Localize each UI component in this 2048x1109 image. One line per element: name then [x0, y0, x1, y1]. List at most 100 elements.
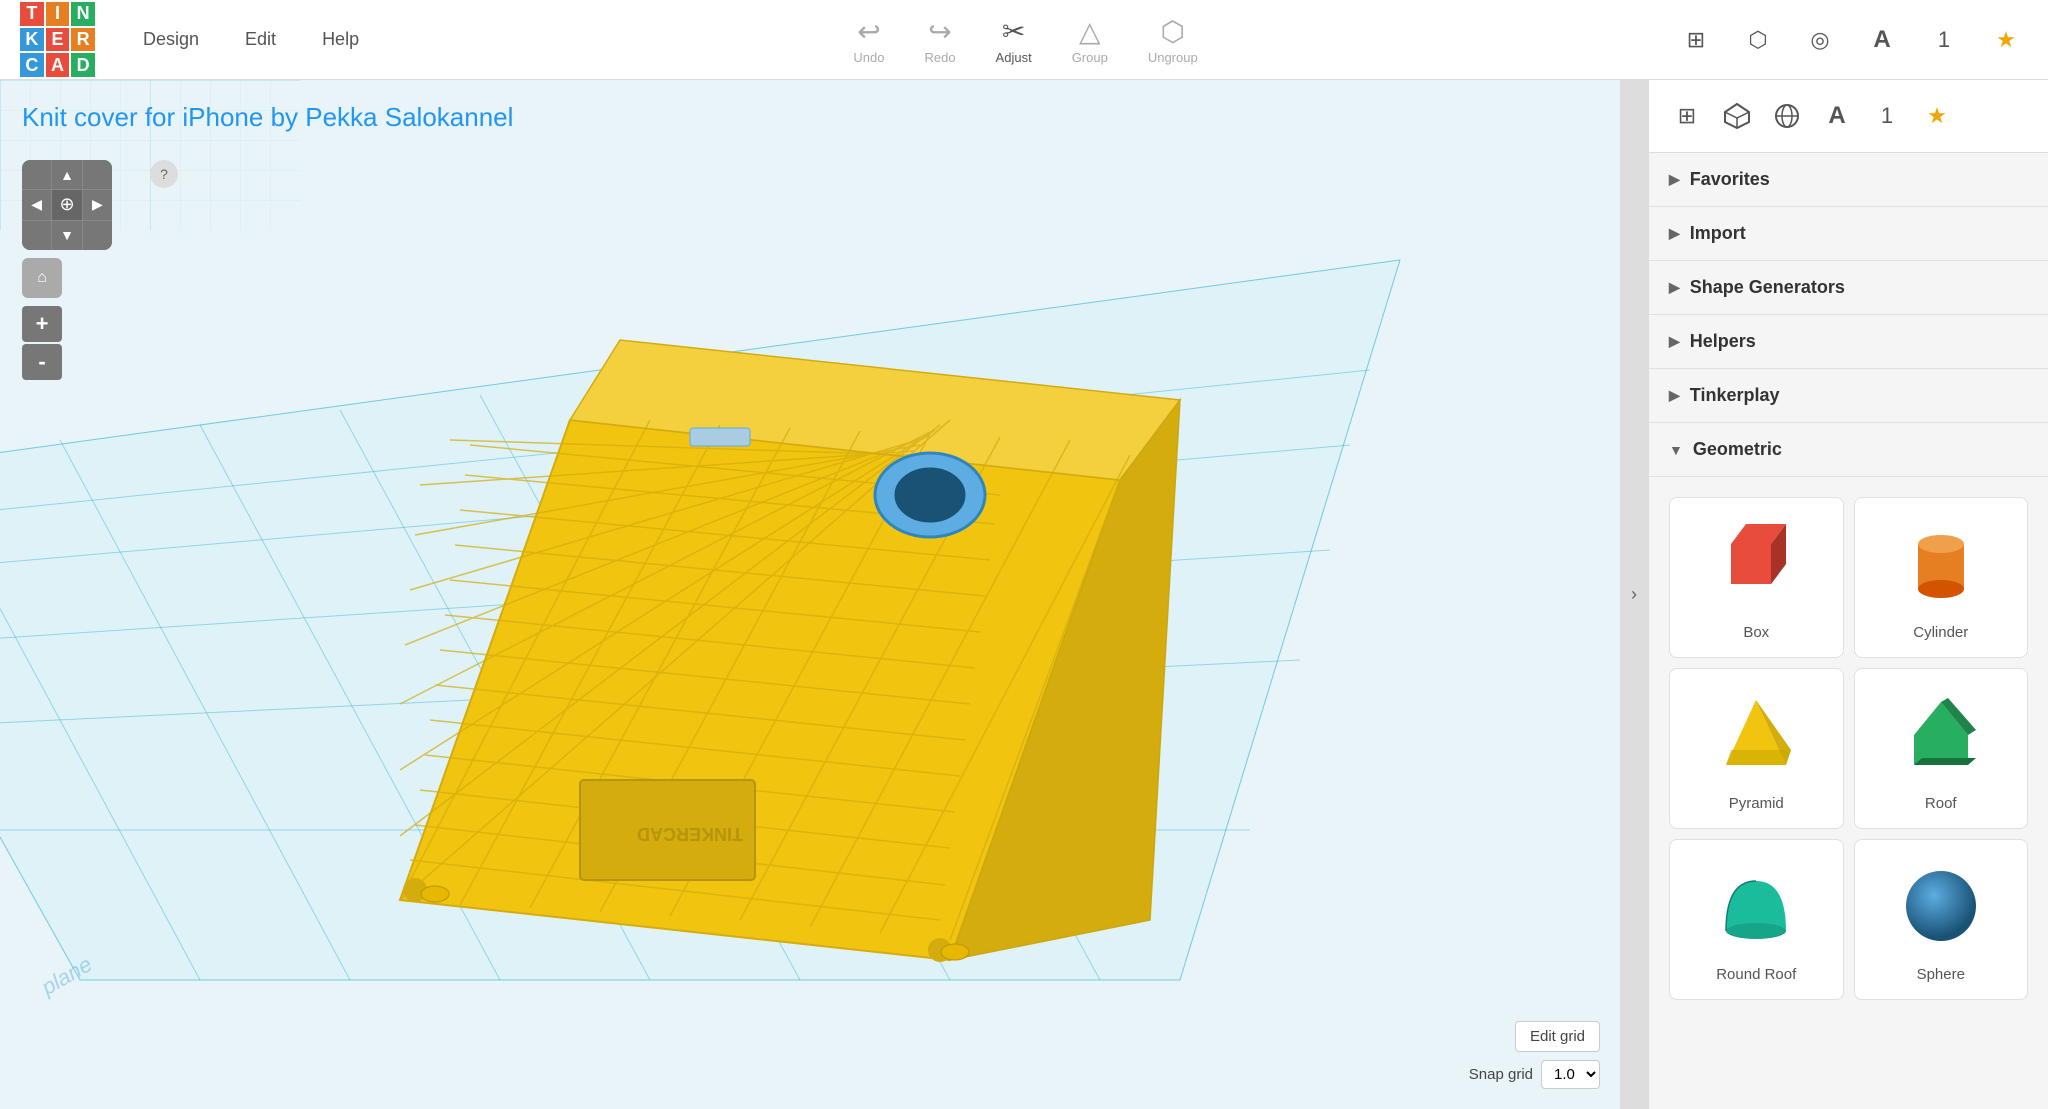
- grid-view-icon[interactable]: ⊞: [1674, 18, 1718, 62]
- home-view-button[interactable]: ⌂: [22, 258, 62, 298]
- panel-top-icons: ⊞ A 1 ★: [1649, 80, 2048, 153]
- shape-pyramid[interactable]: Pyramid: [1669, 668, 1844, 829]
- shape-round-roof-label: Round Roof: [1716, 966, 1796, 983]
- tinkerplay-chevron: ▶: [1669, 387, 1680, 404]
- section-helpers: ▶ Helpers: [1649, 315, 2048, 369]
- section-tinkerplay-header[interactable]: ▶ Tinkerplay: [1649, 369, 2048, 423]
- shape-sphere-label: Sphere: [1917, 966, 1965, 983]
- svg-text:TINKERCAD: TINKERCAD: [637, 824, 743, 844]
- group-label: Group: [1072, 50, 1108, 65]
- panel-star-icon[interactable]: ★: [1915, 94, 1959, 138]
- nav-menu: Design Edit Help: [125, 21, 377, 58]
- shape-box-label: Box: [1743, 624, 1769, 641]
- main-area: Knit cover for iPhone by Pekka Salokanne…: [0, 80, 2048, 1109]
- tinkerplay-label: Tinkerplay: [1690, 385, 1780, 406]
- nav-up-button[interactable]: ▲: [52, 160, 81, 189]
- shape-roof-icon: [1891, 685, 1991, 785]
- adjust-button[interactable]: ✂ Adjust: [996, 15, 1032, 65]
- helpers-label: Helpers: [1690, 331, 1756, 352]
- panel-3d-icon[interactable]: [1715, 94, 1759, 138]
- group-button[interactable]: △ Group: [1072, 15, 1108, 65]
- panel-text-icon[interactable]: A: [1815, 94, 1859, 138]
- right-panel: ⊞ A 1 ★ ▶ Fav: [1648, 80, 2048, 1109]
- nav-controls: ▲ ◀ ⊕ ▶ ▼ ⌂ + -: [22, 160, 112, 380]
- group-icon: △: [1079, 15, 1101, 48]
- project-title: Knit cover for iPhone by Pekka Salokanne…: [22, 102, 513, 133]
- toolbar: ↩ Undo ↪ Redo ✂ Adjust △ Group ⬡ Ungroup: [397, 15, 1654, 65]
- nav-down-button[interactable]: ▼: [52, 221, 81, 250]
- section-shape-generators-header[interactable]: ▶ Shape Generators: [1649, 261, 2048, 315]
- logo-t: T: [20, 2, 44, 26]
- panel-grid-icon[interactable]: ⊞: [1665, 94, 1709, 138]
- tinkercad-logo[interactable]: T I N K E R C A D: [20, 2, 95, 77]
- shape-box[interactable]: Box: [1669, 497, 1844, 658]
- section-tinkerplay: ▶ Tinkerplay: [1649, 369, 2048, 423]
- undo-button[interactable]: ↩ Undo: [853, 15, 884, 65]
- section-geometric: ▼ Geometric Box: [1649, 423, 2048, 1020]
- topbar-right-icons: ⊞ ⬡ ◎ A 1 ★: [1674, 18, 2028, 62]
- zoom-in-button[interactable]: +: [22, 306, 62, 342]
- 3d-view-icon[interactable]: ⬡: [1736, 18, 1780, 62]
- bottom-controls: Edit grid Snap grid 1.0 0.5 2.0: [1469, 1021, 1600, 1089]
- snap-grid-select[interactable]: 1.0 0.5 2.0: [1541, 1060, 1600, 1089]
- nav-right-button[interactable]: ▶: [83, 190, 112, 219]
- text-tool-icon[interactable]: A: [1860, 18, 1904, 62]
- panel-collapse-handle[interactable]: ›: [1620, 80, 1648, 1109]
- logo-i: I: [46, 2, 70, 26]
- menu-design[interactable]: Design: [125, 21, 217, 58]
- redo-icon: ↪: [928, 15, 951, 48]
- shape-pyramid-icon: [1706, 685, 1806, 785]
- geometric-label: Geometric: [1693, 439, 1782, 460]
- logo-k: K: [20, 28, 44, 52]
- shape-sphere[interactable]: Sphere: [1854, 839, 2029, 1000]
- shape-sphere-icon: [1891, 856, 1991, 956]
- shape-cylinder-label: Cylinder: [1913, 624, 1968, 641]
- section-favorites: ▶ Favorites: [1649, 153, 2048, 207]
- section-favorites-header[interactable]: ▶ Favorites: [1649, 153, 2048, 207]
- logo-c: C: [20, 53, 44, 77]
- snap-grid-label: Snap grid: [1469, 1066, 1533, 1083]
- wireframe-icon[interactable]: ◎: [1798, 18, 1842, 62]
- edit-grid-button[interactable]: Edit grid: [1515, 1021, 1600, 1052]
- section-import: ▶ Import: [1649, 207, 2048, 261]
- adjust-icon: ✂: [1002, 15, 1025, 48]
- nav-cell-nw: [22, 160, 51, 189]
- perspective-grid: [0, 80, 1620, 1109]
- favorites-star-icon[interactable]: ★: [1984, 18, 2028, 62]
- plane-watermark: plane: [37, 951, 97, 1000]
- nav-joystick[interactable]: ▲ ◀ ⊕ ▶ ▼: [22, 160, 112, 250]
- zoom-out-button[interactable]: -: [22, 344, 62, 380]
- helpers-chevron: ▶: [1669, 333, 1680, 350]
- nav-cell-ne: [83, 160, 112, 189]
- section-geometric-header[interactable]: ▼ Geometric: [1649, 423, 2048, 477]
- section-helpers-header[interactable]: ▶ Helpers: [1649, 315, 2048, 369]
- logo-n: N: [71, 2, 95, 26]
- panel-number-icon[interactable]: 1: [1865, 94, 1909, 138]
- nav-center-button[interactable]: ⊕: [52, 190, 81, 219]
- number-badge[interactable]: 1: [1922, 18, 1966, 62]
- favorites-chevron: ▶: [1669, 171, 1680, 188]
- menu-help[interactable]: Help: [304, 21, 377, 58]
- section-import-header[interactable]: ▶ Import: [1649, 207, 2048, 261]
- shape-box-icon: [1706, 514, 1806, 614]
- import-chevron: ▶: [1669, 225, 1680, 242]
- shapes-grid: Box Cylinder: [1649, 477, 2048, 1020]
- shape-round-roof[interactable]: Round Roof: [1669, 839, 1844, 1000]
- topbar: T I N K E R C A D Design Edit Help ↩ Und…: [0, 0, 2048, 80]
- shape-cylinder-icon: [1891, 514, 1991, 614]
- ungroup-button[interactable]: ⬡ Ungroup: [1148, 15, 1198, 65]
- 3d-model: TINKERCAD: [150, 200, 1200, 980]
- redo-label: Redo: [924, 50, 955, 65]
- menu-edit[interactable]: Edit: [227, 21, 294, 58]
- help-tooltip-button[interactable]: ?: [150, 160, 178, 188]
- redo-button[interactable]: ↪ Redo: [924, 15, 955, 65]
- geometric-chevron: ▼: [1669, 442, 1683, 458]
- nav-left-button[interactable]: ◀: [22, 190, 51, 219]
- shape-cylinder[interactable]: Cylinder: [1854, 497, 2029, 658]
- panel-wireframe-icon[interactable]: [1765, 94, 1809, 138]
- shape-roof-label: Roof: [1925, 795, 1957, 812]
- shape-roof[interactable]: Roof: [1854, 668, 2029, 829]
- logo-d: D: [71, 53, 95, 77]
- viewport[interactable]: Knit cover for iPhone by Pekka Salokanne…: [0, 80, 1620, 1109]
- section-shape-generators: ▶ Shape Generators: [1649, 261, 2048, 315]
